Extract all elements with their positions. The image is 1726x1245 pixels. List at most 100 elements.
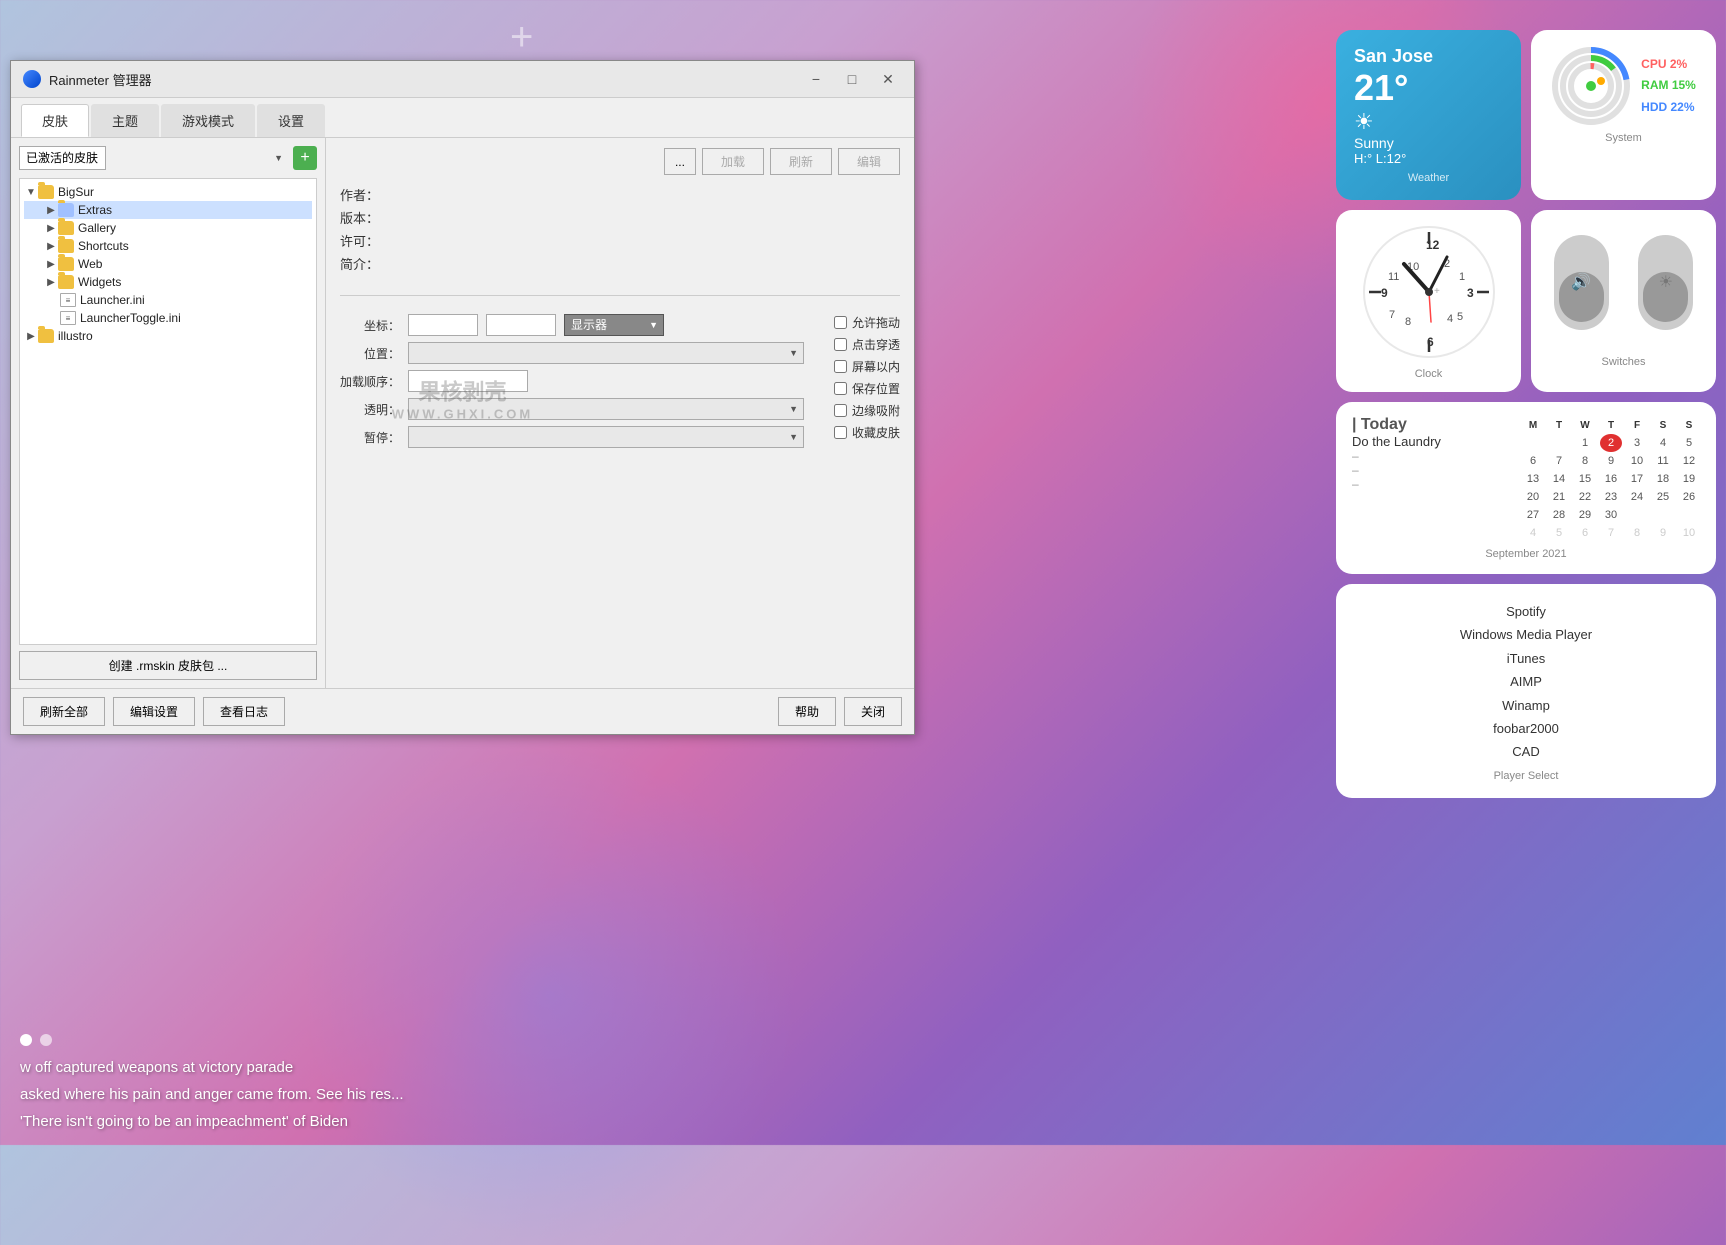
snap-edges-label: 边缘吸附 (852, 402, 900, 419)
tree-label-extras: Extras (78, 203, 112, 217)
main-content: 已激活的皮肤 + ▼ BigSur ▶ Extras (11, 138, 914, 688)
cal-cell-ov10: 10 (1678, 524, 1700, 542)
calendar-body: | Today Do the Laundry – – – M T W T F S (1352, 416, 1700, 542)
cal-cell (1522, 434, 1544, 452)
cal-cell-23: 23 (1600, 488, 1622, 506)
load-order-input[interactable] (408, 370, 528, 392)
player-aimp[interactable]: AIMP (1356, 670, 1696, 693)
brightness-switch[interactable]: ☀ (1638, 235, 1693, 330)
weather-temp: 21° (1354, 67, 1503, 109)
svg-text:7: 7 (1389, 309, 1395, 321)
player-cad[interactable]: CAD (1356, 740, 1696, 763)
cal-week-2: 6 7 8 9 10 11 12 (1522, 452, 1700, 470)
skin-dropdown[interactable]: 已激活的皮肤 (19, 146, 106, 170)
player-widget: Spotify Windows Media Player iTunes AIMP… (1336, 584, 1716, 798)
cal-cell-ov7: 7 (1600, 524, 1622, 542)
tree-item-shortcuts[interactable]: ▶ Shortcuts (24, 237, 312, 255)
switches-row: 🔊 ☀ (1547, 235, 1700, 330)
coord-y-input[interactable] (486, 314, 556, 336)
close-main-button[interactable]: 关闭 (844, 697, 902, 726)
tree-view: ▼ BigSur ▶ Extras ▶ Gallery (19, 178, 317, 645)
position-row: 位置： (340, 342, 804, 364)
edit-settings-button[interactable]: 编辑设置 (113, 697, 195, 726)
player-itunes[interactable]: iTunes (1356, 647, 1696, 670)
dots-button[interactable]: ... (664, 148, 696, 175)
news-dot-1 (20, 1034, 32, 1046)
cal-cell-ov8: 8 (1626, 524, 1648, 542)
tree-item-launchertoggle[interactable]: ≡ LauncherToggle.ini (24, 309, 312, 327)
cal-cell (1548, 434, 1570, 452)
tab-settings[interactable]: 设置 (257, 104, 325, 137)
tree-item-gallery[interactable]: ▶ Gallery (24, 219, 312, 237)
switches-widget: 🔊 ☀ Switches (1531, 210, 1716, 392)
pause-select[interactable] (408, 426, 804, 448)
tree-item-extras[interactable]: ▶ Extras (24, 201, 312, 219)
bottom-right: 帮助 关闭 (778, 697, 902, 726)
cal-cell-12: 12 (1678, 452, 1700, 470)
skin-selector: 已激活的皮肤 + (19, 146, 317, 170)
svg-text:1: 1 (1459, 271, 1465, 283)
tree-item-bigsur[interactable]: ▼ BigSur (24, 183, 312, 201)
tree-item-web[interactable]: ▶ Web (24, 255, 312, 273)
cal-week-overflow: 4 5 6 7 8 9 10 (1522, 524, 1700, 542)
author-value (404, 185, 900, 204)
player-wmp[interactable]: Windows Media Player (1356, 623, 1696, 646)
tree-item-launcher[interactable]: ≡ Launcher.ini (24, 291, 312, 309)
weather-desc: Sunny (1354, 135, 1503, 151)
folder-icon-illustro (38, 329, 54, 343)
calendar-left: | Today Do the Laundry – – – (1352, 416, 1512, 542)
create-skin-button[interactable]: 创建 .rmskin 皮肤包 ... (19, 651, 317, 680)
form-section: 坐标： 显示器 位置： (340, 314, 900, 454)
edit-button[interactable]: 编辑 (838, 148, 900, 175)
tab-themes[interactable]: 主题 (91, 104, 159, 137)
cal-cell (1652, 506, 1674, 524)
svg-text:6: 6 (1427, 335, 1434, 349)
tree-item-illustro[interactable]: ▶ illustro (24, 327, 312, 345)
refresh-all-button[interactable]: 刷新全部 (23, 697, 105, 726)
switches-label: Switches (1547, 356, 1700, 368)
volume-switch[interactable]: 🔊 (1554, 235, 1609, 330)
svg-text:4: 4 (1447, 313, 1453, 325)
tree-label-gallery: Gallery (78, 221, 116, 235)
player-spotify[interactable]: Spotify (1356, 600, 1696, 623)
folder-icon-gallery (58, 221, 74, 235)
cal-header-m: M (1522, 416, 1544, 434)
view-log-button[interactable]: 查看日志 (203, 697, 285, 726)
weather-label: Weather (1354, 172, 1503, 184)
tab-skins[interactable]: 皮肤 (21, 104, 89, 137)
favorite-checkbox[interactable]: 收藏皮肤 (834, 424, 900, 441)
tree-label-widgets: Widgets (78, 275, 121, 289)
folder-icon (38, 185, 54, 199)
on-screen-checkbox[interactable]: 屏幕以内 (834, 358, 900, 375)
snap-edges-checkbox[interactable]: 边缘吸附 (834, 402, 900, 419)
folder-icon-shortcuts (58, 239, 74, 253)
help-button[interactable]: 帮助 (778, 697, 836, 726)
left-panel: 已激活的皮肤 + ▼ BigSur ▶ Extras (11, 138, 326, 688)
add-skin-button[interactable]: + (293, 146, 317, 170)
maximize-button[interactable]: □ (838, 69, 866, 89)
transparent-label: 透明： (340, 401, 400, 418)
svg-text:5: 5 (1457, 311, 1463, 323)
click-through-checkbox[interactable]: 点击穿透 (834, 336, 900, 353)
player-foobar[interactable]: foobar2000 (1356, 717, 1696, 740)
tab-gamemode[interactable]: 游戏模式 (161, 104, 255, 137)
save-position-checkbox[interactable]: 保存位置 (834, 380, 900, 397)
cal-cell-5: 5 (1678, 434, 1700, 452)
tree-item-widgets[interactable]: ▶ Widgets (24, 273, 312, 291)
weather-icon: ☀ (1354, 109, 1503, 135)
allow-drag-checkbox[interactable]: 允许拖动 (834, 314, 900, 331)
news-area: w off captured weapons at victory parade… (0, 1024, 1726, 1145)
cal-week-5: 27 28 29 30 (1522, 506, 1700, 524)
player-winamp[interactable]: Winamp (1356, 694, 1696, 717)
form-left: 坐标： 显示器 位置： (340, 314, 804, 454)
close-button[interactable]: ✕ (874, 69, 902, 89)
refresh-button[interactable]: 刷新 (770, 148, 832, 175)
monitor-select[interactable]: 显示器 (564, 314, 664, 336)
coord-x-input[interactable] (408, 314, 478, 336)
transparent-select[interactable] (408, 398, 804, 420)
minimize-button[interactable]: − (802, 69, 830, 89)
cal-cell-27: 27 (1522, 506, 1544, 524)
load-button[interactable]: 加载 (702, 148, 764, 175)
position-select[interactable] (408, 342, 804, 364)
cal-cell-6: 6 (1522, 452, 1544, 470)
